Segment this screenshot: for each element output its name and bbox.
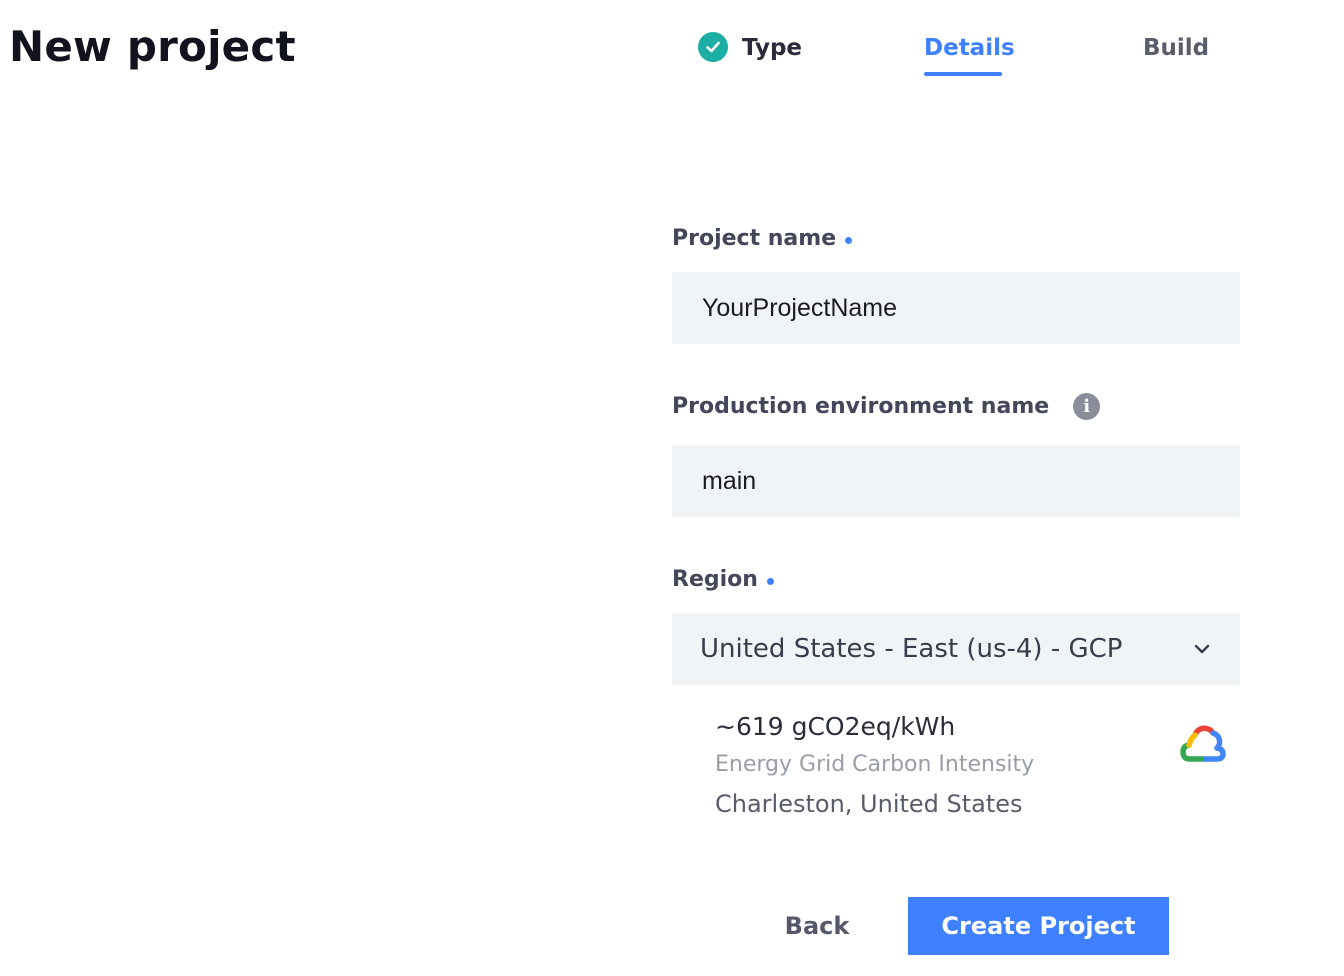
back-button[interactable]: Back [766, 898, 868, 954]
project-name-label-text: Project name [672, 226, 837, 251]
region-selected-value: United States - East (us-4) - GCP [700, 634, 1123, 664]
required-indicator [845, 237, 853, 244]
production-environment-input[interactable] [672, 445, 1240, 517]
stepper: Type Details Build [0, 30, 1344, 80]
carbon-intensity-caption: Energy Grid Carbon Intensity [715, 752, 1035, 777]
project-name-label: Project name [672, 226, 853, 251]
required-indicator [766, 578, 774, 585]
step-details-label: Details [924, 35, 1015, 61]
region-details: ~619 gCO2eq/kWh Energy Grid Carbon Inten… [715, 712, 1235, 832]
check-circle-icon [698, 32, 728, 62]
chevron-down-icon [1192, 639, 1212, 659]
step-build-label: Build [1143, 35, 1210, 61]
step-build[interactable]: Build [1143, 30, 1209, 76]
google-cloud-icon [1180, 725, 1226, 762]
region-label: Region [672, 567, 774, 592]
info-icon[interactable]: i [1073, 393, 1101, 420]
production-environment-label: Production environment name i [672, 393, 1101, 420]
production-environment-label-text: Production environment name [672, 394, 1050, 419]
new-project-page: New project Type Details Build Project n… [0, 0, 1344, 976]
active-step-indicator [924, 72, 1002, 76]
carbon-intensity-value: ~619 gCO2eq/kWh [715, 712, 956, 741]
region-select[interactable]: United States - East (us-4) - GCP [672, 613, 1240, 685]
region-label-text: Region [672, 567, 758, 592]
step-type[interactable]: Type [698, 30, 802, 76]
create-project-button[interactable]: Create Project [908, 897, 1169, 955]
step-type-label: Type [742, 35, 803, 61]
project-name-input[interactable] [672, 272, 1240, 344]
step-details[interactable]: Details [924, 30, 1015, 76]
region-location: Charleston, United States [715, 790, 1023, 818]
